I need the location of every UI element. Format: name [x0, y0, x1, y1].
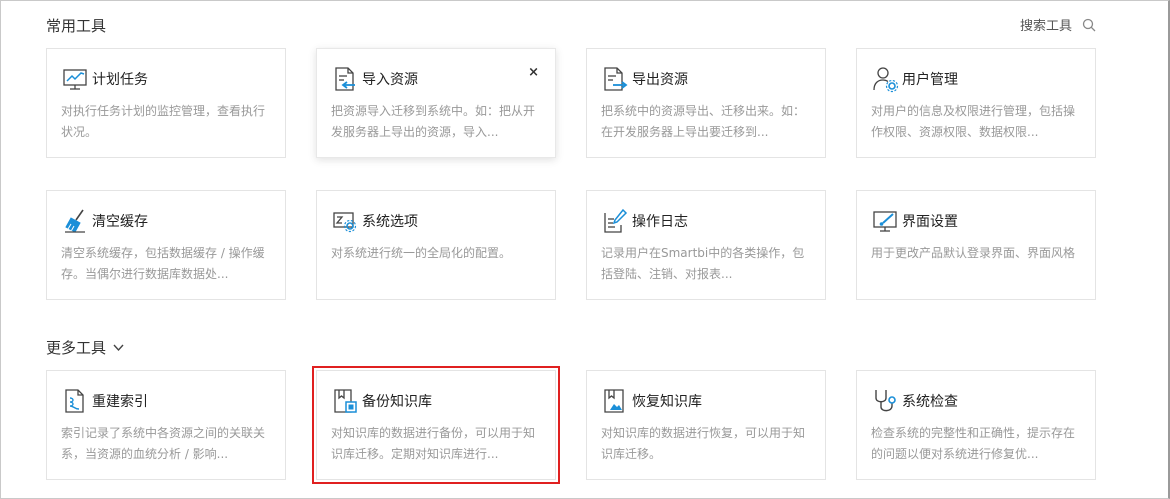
tool-card-title: 清空缓存 [92, 214, 148, 230]
tool-card-user-management[interactable]: 用户管理 对用户的信息及权限进行管理，包括操作权限、资源权限、数据权限... [856, 48, 1096, 158]
tool-card-rebuild-index[interactable]: 重建索引 索引记录了系统中各资源之间的关联关系，当资源的血统分析 / 影响... [46, 370, 286, 480]
tool-card-title: 计划任务 [92, 72, 148, 88]
monitor-brush-icon [873, 211, 897, 232]
tool-card-desc: 把资源导入迁移到系统中。如：把从开发服务器上导出的资源，导入... [331, 104, 536, 139]
tool-card-desc: 记录用户在Smartbi中的各类操作，包括登陆、注销、对报表... [601, 246, 805, 281]
search-tools[interactable]: 搜索工具 [1020, 15, 1096, 34]
broom-icon [65, 209, 85, 233]
restore-book-icon [604, 389, 624, 413]
section-title-common-tools: 常用工具 [46, 17, 107, 35]
search-icon[interactable] [1082, 18, 1096, 32]
tool-card-desc: 用于更改产品默认登录界面、界面风格 [871, 246, 1076, 260]
tool-card-desc: 索引记录了系统中各资源之间的关联关系，当资源的血统分析 / 影响... [61, 426, 266, 461]
user-settings-icon [873, 67, 899, 93]
tool-card-desc: 对知识库的数据进行恢复，可以用于知识库迁移。 [601, 426, 806, 461]
tool-card-export-resources[interactable]: 导出资源 把系统中的资源导出、迁移出来。如：在开发服务器上导出要迁移到... [586, 48, 826, 158]
tool-card-operation-log[interactable]: 操作日志 记录用户在Smartbi中的各类操作，包括登陆、注销、对报表... [586, 190, 826, 300]
tool-card-desc: 对用户的信息及权限进行管理，包括操作权限、资源权限、数据权限... [871, 104, 1076, 139]
close-icon[interactable]: × [528, 66, 539, 79]
search-label: 搜索工具 [1019, 19, 1072, 34]
tool-card-import-resources[interactable]: 导入资源 × 把资源导入迁移到系统中。如：把从开发服务器上导出的资源，导入... [316, 48, 556, 158]
tool-card-title: 备份知识库 [362, 394, 432, 410]
tool-card-title: 导入资源 [362, 72, 418, 88]
index-document-icon [65, 389, 84, 413]
tool-card-backup-repository[interactable]: 备份知识库 对知识库的数据进行备份，可以用于知识库迁移。定期对知识库进行... [312, 366, 560, 484]
more-tools-label: 更多工具 [46, 339, 107, 357]
tool-card-title: 恢复知识库 [632, 394, 702, 410]
tool-card-system-check[interactable]: 系统检查 检查系统的完整性和正确性，提示存在的问题以便对系统进行修复优... [856, 370, 1096, 480]
tool-card-desc: 对系统进行统一的全局化的配置。 [331, 246, 512, 260]
tool-card-restore-repository[interactable]: 恢复知识库 对知识库的数据进行恢复，可以用于知识库迁移。 [586, 370, 826, 480]
tool-card-desc: 检查系统的完整性和正确性，提示存在的问题以便对系统进行修复优... [871, 426, 1076, 461]
tool-card-interface-settings[interactable]: 界面设置 用于更改产品默认登录界面、界面风格 [856, 190, 1096, 300]
import-document-icon [335, 67, 355, 91]
tool-card-desc: 把系统中的资源导出、迁移出来。如：在开发服务器上导出要迁移到... [601, 104, 806, 139]
monitor-chart-icon [63, 69, 87, 90]
tool-card-clear-cache[interactable]: 清空缓存 清空系统缓存，包括数据缓存 / 操作缓存。当偶尔进行数据库数据处... [46, 190, 286, 300]
tool-card-title: 系统检查 [902, 394, 958, 410]
section-title-more-tools[interactable]: 更多工具 [46, 337, 125, 358]
tool-card-scheduled-tasks[interactable]: 计划任务 对执行任务计划的监控管理，查看执行状况。 [46, 48, 286, 158]
tool-card-title: 重建索引 [92, 394, 148, 410]
log-edit-icon [604, 208, 628, 233]
chevron-down-icon[interactable] [112, 341, 125, 354]
tool-card-title: 用户管理 [902, 72, 958, 88]
export-document-icon [604, 67, 628, 91]
backup-book-icon [334, 389, 357, 413]
tool-card-title: 界面设置 [902, 214, 958, 230]
tool-card-title: 导出资源 [632, 72, 688, 88]
tool-card-desc: 对知识库的数据进行备份，可以用于知识库迁移。定期对知识库进行... [331, 426, 536, 461]
tool-card-title: 操作日志 [632, 214, 688, 230]
tool-card-desc: 清空系统缓存，包括数据缓存 / 操作缓存。当偶尔进行数据库数据处... [61, 246, 265, 281]
stethoscope-icon [875, 390, 896, 412]
tool-card-desc: 对执行任务计划的监控管理，查看执行状况。 [61, 104, 266, 139]
tool-card-title: 系统选项 [362, 214, 418, 230]
tool-card-system-options[interactable]: 系统选项 对系统进行统一的全局化的配置。 [316, 190, 556, 300]
system-gear-icon [333, 212, 357, 233]
